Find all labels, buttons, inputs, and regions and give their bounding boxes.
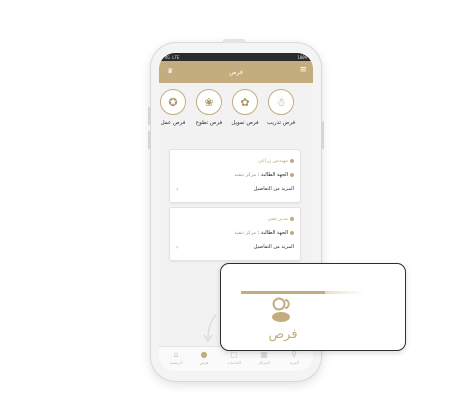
card-title-row: مدير تقني — [267, 216, 294, 222]
card-entity-row: الجهة الطالبة : مركز تنفيذ — [234, 230, 294, 236]
work-icon: ✪ — [160, 89, 186, 115]
entity-value: مركز تنفيذ — [234, 172, 257, 178]
entity-label: الجهة الطالبة : — [257, 172, 288, 178]
crown-icon[interactable]: ♛ — [167, 67, 173, 75]
category-label: فرص عمل — [160, 120, 186, 126]
zoom-callout: فرص — [220, 263, 406, 351]
location-icon: ⚲ — [291, 350, 297, 359]
nav-home[interactable]: ⌂ الرئيسية — [163, 350, 189, 366]
card-title: مدير تقني — [267, 216, 288, 222]
opportunity-card[interactable]: مهندس زراعي الجهة الطالبة : مركز تنفيذ ا… — [169, 149, 301, 203]
opportunities-icon: ● — [200, 350, 208, 359]
category-volunteer[interactable]: ❀ فرص تطوع — [195, 89, 223, 126]
card-title-row: مهندس زراعي — [258, 158, 294, 164]
category-work[interactable]: ✪ فرص عمل — [159, 89, 187, 126]
entity-label: الجهة الطالبة : — [257, 230, 288, 236]
nav-more[interactable]: ⚲ المزيد — [281, 350, 307, 366]
funding-icon: ✿ — [232, 89, 258, 115]
chevron-left-icon[interactable]: ‹ — [176, 186, 178, 193]
status-right: 100% — [297, 54, 307, 60]
nav-label: المراكز — [258, 360, 270, 365]
zoom-label: فرص — [268, 327, 298, 342]
category-funding[interactable]: ✿ فرص تمويل — [231, 89, 259, 126]
volume-down-button — [148, 131, 151, 149]
nav-label: الرئيسية — [169, 360, 183, 365]
status-bar: 4G LTE 100% — [159, 53, 313, 61]
opportunity-card[interactable]: مدير تقني الجهة الطالبة : مركز تنفيذ الم… — [169, 207, 301, 261]
bullet-icon — [290, 216, 294, 221]
bullet-icon — [290, 230, 294, 235]
nav-label: المزيد — [289, 360, 299, 365]
more-details-link[interactable]: المزيد من التفاصيل — [254, 244, 294, 250]
app-bar: ♛ فرص ≡ — [159, 61, 313, 83]
home-icon: ⌂ — [173, 350, 179, 359]
entity-value: مركز تنفيذ — [234, 230, 257, 236]
nav-services[interactable]: ▢ الخدمات — [221, 350, 247, 366]
card-title: مهندس زراعي — [257, 158, 288, 164]
category-training[interactable]: ☃ فرص تدريب — [267, 89, 295, 126]
opportunities-icon — [272, 297, 290, 322]
nav-centers[interactable]: ▦ المراكز — [251, 350, 277, 366]
chevron-left-icon[interactable]: ‹ — [176, 244, 178, 251]
category-scroller[interactable]: ☃ فرص تدريب ✿ فرص تمويل ❀ فرص تطوع ✪ فرص… — [159, 89, 313, 129]
bullet-icon — [290, 172, 294, 177]
nav-label: الخدمات — [227, 360, 241, 365]
speaker — [223, 39, 245, 43]
indicator-fade — [325, 291, 365, 294]
volume-up-button — [148, 107, 151, 125]
more-details-link[interactable]: المزيد من التفاصيل — [254, 186, 294, 192]
status-left: 4G LTE — [165, 54, 180, 60]
category-label: فرص تدريب — [267, 120, 296, 126]
services-icon: ▢ — [230, 350, 238, 359]
nav-opportunities[interactable]: ● فرص — [191, 350, 217, 366]
hamburger-icon[interactable]: ≡ — [299, 66, 307, 75]
nav-label: فرص — [199, 360, 209, 365]
centers-icon: ▦ — [260, 350, 268, 359]
volunteer-icon: ❀ — [196, 89, 222, 115]
active-indicator — [241, 291, 325, 294]
bullet-icon — [290, 158, 294, 163]
app-title: فرص — [229, 68, 243, 76]
training-icon: ☃ — [268, 89, 294, 115]
power-button — [321, 121, 324, 149]
card-entity-row: الجهة الطالبة : مركز تنفيذ — [234, 172, 294, 178]
category-label: فرص تطوع — [195, 120, 223, 126]
category-label: فرص تمويل — [231, 120, 259, 126]
